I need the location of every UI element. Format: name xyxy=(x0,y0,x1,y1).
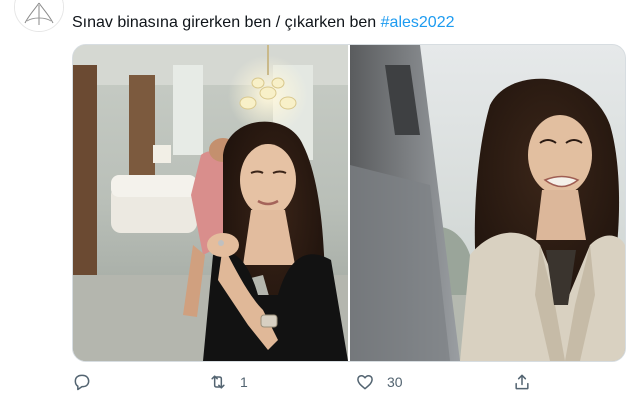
avatar-illustration-icon xyxy=(15,0,63,31)
share-button[interactable] xyxy=(512,370,532,394)
retweet-icon xyxy=(211,375,225,389)
retweet-button[interactable]: 1 xyxy=(208,370,248,394)
tweet-actions: 1 30 xyxy=(72,368,624,396)
media-image-right[interactable] xyxy=(350,45,625,361)
avatar[interactable] xyxy=(14,0,64,32)
retweet-count: 1 xyxy=(240,374,248,390)
like-count: 30 xyxy=(387,374,403,390)
tweet-text: Sınav binasına girerken ben / çıkarken b… xyxy=(72,14,454,32)
hashtag-link[interactable]: #ales2022 xyxy=(381,14,455,31)
reply-icon xyxy=(74,374,90,391)
like-button[interactable]: 30 xyxy=(355,370,403,394)
reply-button[interactable] xyxy=(72,370,92,394)
left-photo-illustration xyxy=(73,45,348,361)
heart-icon xyxy=(357,375,373,390)
right-photo-illustration xyxy=(350,45,625,361)
tweet-body: Sınav binasına girerken ben / çıkarken b… xyxy=(72,14,381,31)
tweet-card: Sınav binasına girerken ben / çıkarken b… xyxy=(0,0,640,400)
share-icon xyxy=(515,374,529,390)
media-image-left[interactable] xyxy=(73,45,348,361)
media-grid[interactable] xyxy=(72,44,626,362)
